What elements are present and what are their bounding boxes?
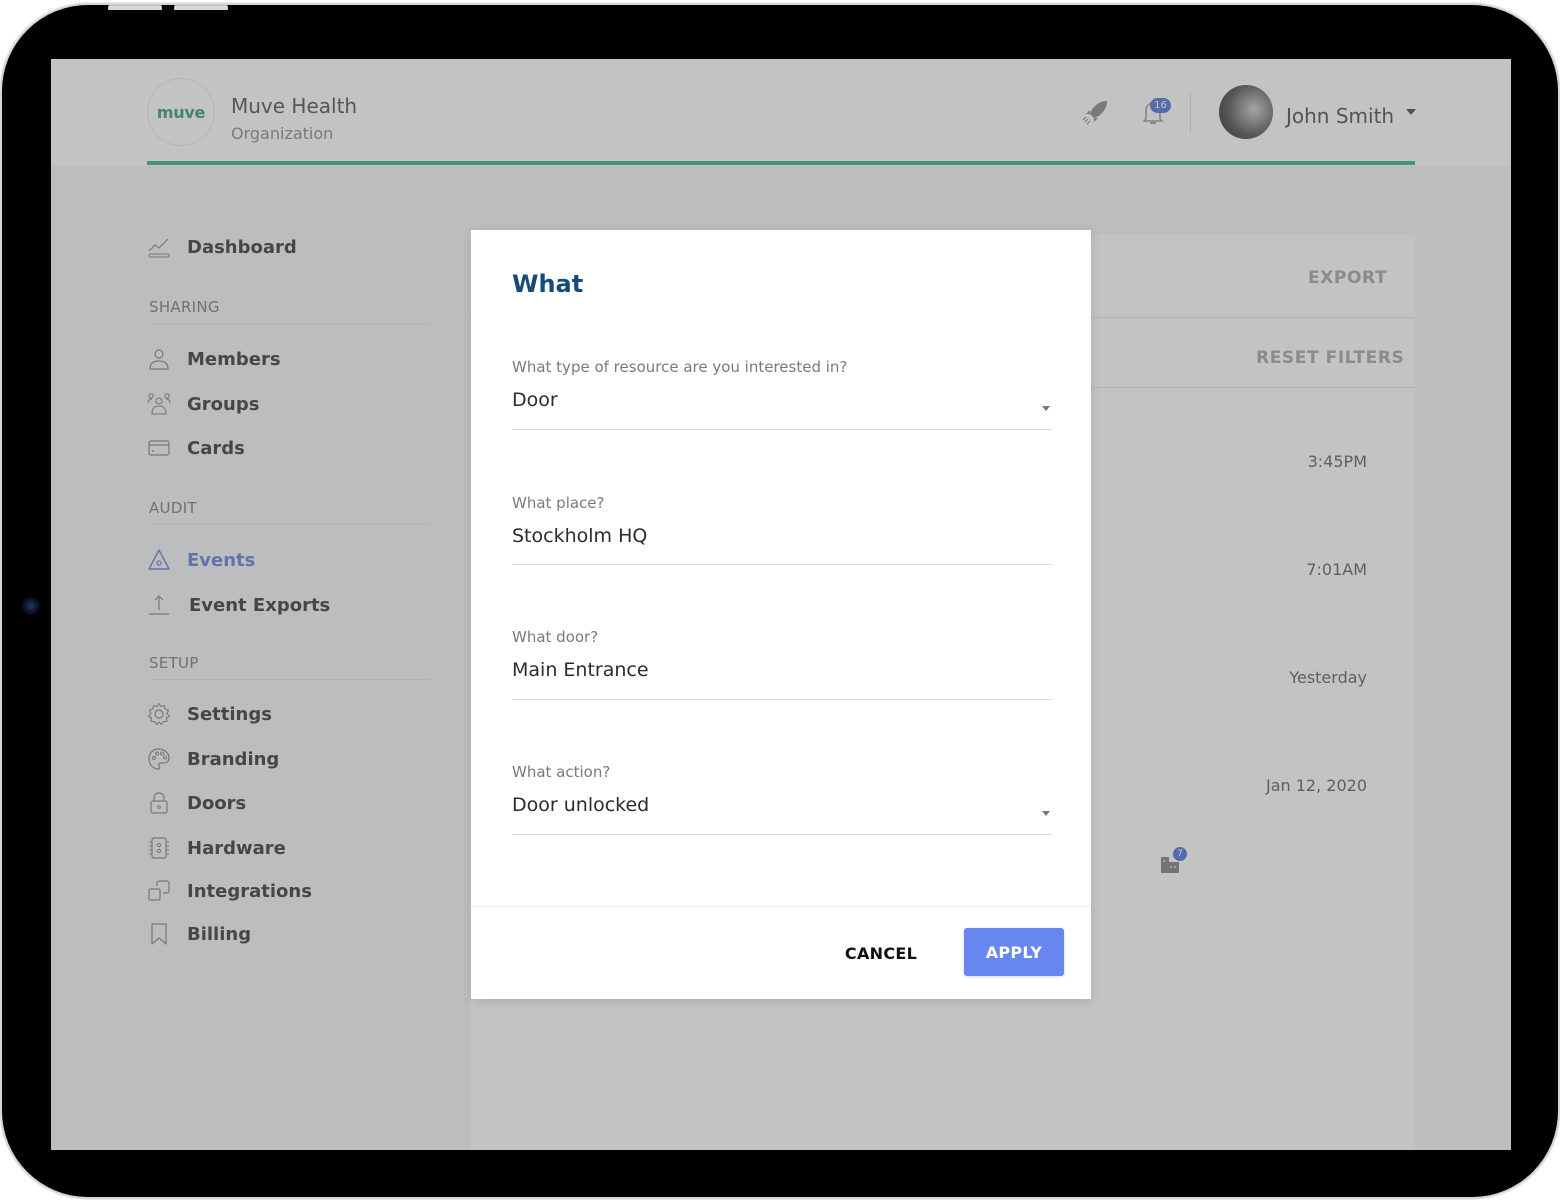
field-label: What door? bbox=[512, 628, 599, 646]
tablet-frame: muve Muve Health Organization 16 John Sm… bbox=[2, 5, 1558, 1197]
action-select[interactable]: What action? Door unlocked bbox=[512, 763, 1051, 835]
field-value: Door bbox=[512, 389, 558, 411]
field-underline bbox=[512, 429, 1051, 430]
resource-type-select[interactable]: What type of resource are you interested… bbox=[512, 358, 1051, 430]
chevron-down-icon bbox=[1042, 406, 1050, 411]
volume-button bbox=[174, 5, 228, 10]
cancel-button[interactable]: CANCEL bbox=[831, 930, 931, 976]
field-underline bbox=[512, 699, 1051, 700]
field-label: What type of resource are you interested… bbox=[512, 358, 848, 376]
field-value: Main Entrance bbox=[512, 659, 649, 681]
field-underline bbox=[512, 564, 1051, 565]
app-screen: muve Muve Health Organization 16 John Sm… bbox=[51, 59, 1511, 1150]
camera-icon bbox=[22, 597, 40, 615]
volume-button bbox=[108, 5, 162, 10]
field-value: Stockholm HQ bbox=[512, 525, 648, 547]
chevron-down-icon bbox=[1042, 811, 1050, 816]
door-field[interactable]: What door? Main Entrance bbox=[512, 628, 1051, 700]
dialog-footer-divider bbox=[471, 906, 1091, 907]
field-underline bbox=[512, 834, 1051, 835]
field-label: What action? bbox=[512, 763, 611, 781]
apply-button[interactable]: APPLY bbox=[964, 928, 1064, 976]
place-field[interactable]: What place? Stockholm HQ bbox=[512, 494, 1051, 566]
field-label: What place? bbox=[512, 494, 605, 512]
dialog-title: What bbox=[512, 270, 584, 298]
what-filter-dialog: What What type of resource are you inter… bbox=[471, 230, 1091, 999]
field-value: Door unlocked bbox=[512, 794, 650, 816]
